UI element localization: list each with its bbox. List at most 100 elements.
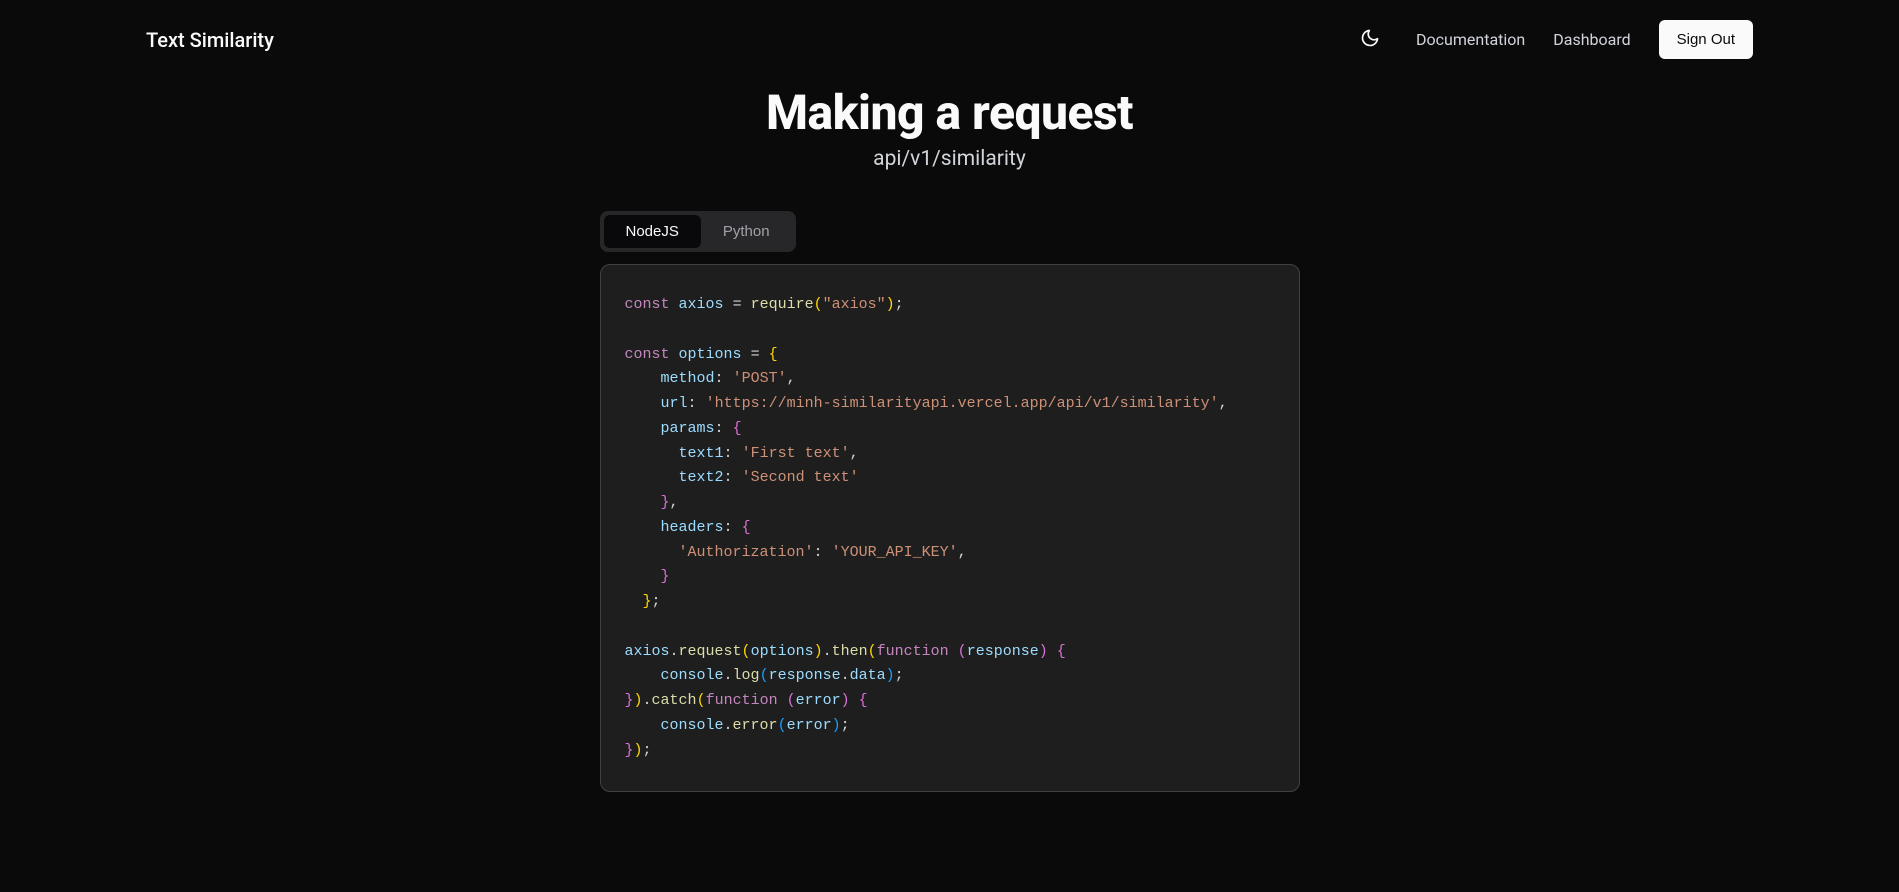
code-token: response — [769, 667, 841, 684]
nav-right: Documentation Dashboard Sign Out — [1352, 20, 1753, 59]
code-token: { — [1057, 643, 1066, 660]
code-token: ( — [760, 667, 769, 684]
code-token: ) — [1039, 643, 1048, 660]
code-block: const axios = require("axios"); const op… — [600, 264, 1300, 792]
code-token: 'https://minh-similarityapi.vercel.app/a… — [706, 395, 1219, 412]
code-token: , — [670, 494, 679, 511]
code-token: ; — [895, 667, 904, 684]
code-token: console — [661, 717, 724, 734]
code-token: . — [724, 717, 733, 734]
code-token: { — [733, 420, 742, 437]
code-token: url — [661, 395, 688, 412]
code-token: } — [661, 494, 670, 511]
code-token: , — [850, 445, 859, 462]
code-token: axios — [679, 296, 724, 313]
page-subtitle: api/v1/similarity — [405, 147, 1495, 171]
code-token: { — [742, 519, 751, 536]
code-token: params — [661, 420, 715, 437]
code-token: text1 — [679, 445, 724, 462]
code-token: { — [859, 692, 868, 709]
code-token: ( — [814, 296, 823, 313]
main-container: Making a request api/v1/similarity NodeJ… — [385, 84, 1515, 792]
page-title: Making a request — [405, 84, 1495, 141]
code-token: request — [679, 643, 742, 660]
code-token: . — [724, 667, 733, 684]
code-token: catch — [652, 692, 697, 709]
code-token: require — [751, 296, 814, 313]
code-token: 'First text' — [742, 445, 850, 462]
code-token: console — [661, 667, 724, 684]
sign-out-button[interactable]: Sign Out — [1659, 20, 1753, 59]
code-token: text2 — [679, 469, 724, 486]
code-token: , — [958, 544, 967, 561]
code-token: ( — [787, 692, 796, 709]
code-token: ) — [814, 643, 823, 660]
code-token: method — [661, 370, 715, 387]
code-token: ( — [868, 643, 877, 660]
code-token: ) — [634, 692, 643, 709]
code-token: , — [787, 370, 796, 387]
code-token: ; — [841, 717, 850, 734]
code-token: 'YOUR_API_KEY' — [832, 544, 958, 561]
tab-nodejs[interactable]: NodeJS — [604, 215, 701, 248]
code-token: : — [715, 370, 724, 387]
code-token: { — [769, 346, 778, 363]
code-token: headers — [661, 519, 724, 536]
code-token: . — [643, 692, 652, 709]
code-token: : — [715, 420, 724, 437]
code-token: ( — [958, 643, 967, 660]
code-token: : — [724, 469, 733, 486]
theme-toggle[interactable] — [1352, 20, 1388, 59]
code-token: function — [877, 643, 949, 660]
code-token: ) — [886, 667, 895, 684]
code-token: error — [796, 692, 841, 709]
code-token: } — [661, 568, 670, 585]
code-token: ) — [634, 742, 643, 759]
code-token: "axios" — [823, 296, 886, 313]
code-token: then — [832, 643, 868, 660]
code-token: } — [643, 593, 652, 610]
code-token: data — [850, 667, 886, 684]
navbar: Text Similarity Documentation Dashboard … — [0, 0, 1899, 79]
code-token: = — [733, 296, 742, 313]
code-token: axios — [625, 643, 670, 660]
code-token: 'Second text' — [742, 469, 859, 486]
code-token: : — [814, 544, 823, 561]
code-token: response — [967, 643, 1039, 660]
nav-documentation[interactable]: Documentation — [1416, 30, 1525, 49]
code-token: log — [733, 667, 760, 684]
code-token: options — [751, 643, 814, 660]
code-token: error — [733, 717, 778, 734]
brand-link[interactable]: Text Similarity — [146, 28, 274, 52]
code-token: const — [625, 296, 670, 313]
code-token: error — [787, 717, 832, 734]
code-token: . — [823, 643, 832, 660]
code-token: , — [1219, 395, 1228, 412]
code-token: ( — [778, 717, 787, 734]
code-token: : — [724, 445, 733, 462]
code-token: ) — [841, 692, 850, 709]
language-tabs: NodeJS Python — [600, 211, 796, 252]
code-token: ; — [652, 593, 661, 610]
code-token: : — [688, 395, 697, 412]
code-token: 'POST' — [733, 370, 787, 387]
code-token: ( — [742, 643, 751, 660]
code-token: . — [841, 667, 850, 684]
code-token: const — [625, 346, 670, 363]
code-token: 'Authorization' — [679, 544, 814, 561]
code-token: : — [724, 519, 733, 536]
code-token: ( — [697, 692, 706, 709]
content-wrap: NodeJS Python const axios = require("axi… — [600, 171, 1300, 792]
code-token: = — [751, 346, 760, 363]
code-token: ) — [886, 296, 895, 313]
moon-icon — [1360, 28, 1380, 51]
code-token: function — [706, 692, 778, 709]
code-token: } — [625, 692, 634, 709]
tab-python[interactable]: Python — [701, 215, 792, 248]
code-token: ; — [643, 742, 652, 759]
code-token: ) — [832, 717, 841, 734]
code-token: options — [679, 346, 742, 363]
code-token: ; — [895, 296, 904, 313]
code-token: . — [670, 643, 679, 660]
nav-dashboard[interactable]: Dashboard — [1553, 30, 1630, 49]
